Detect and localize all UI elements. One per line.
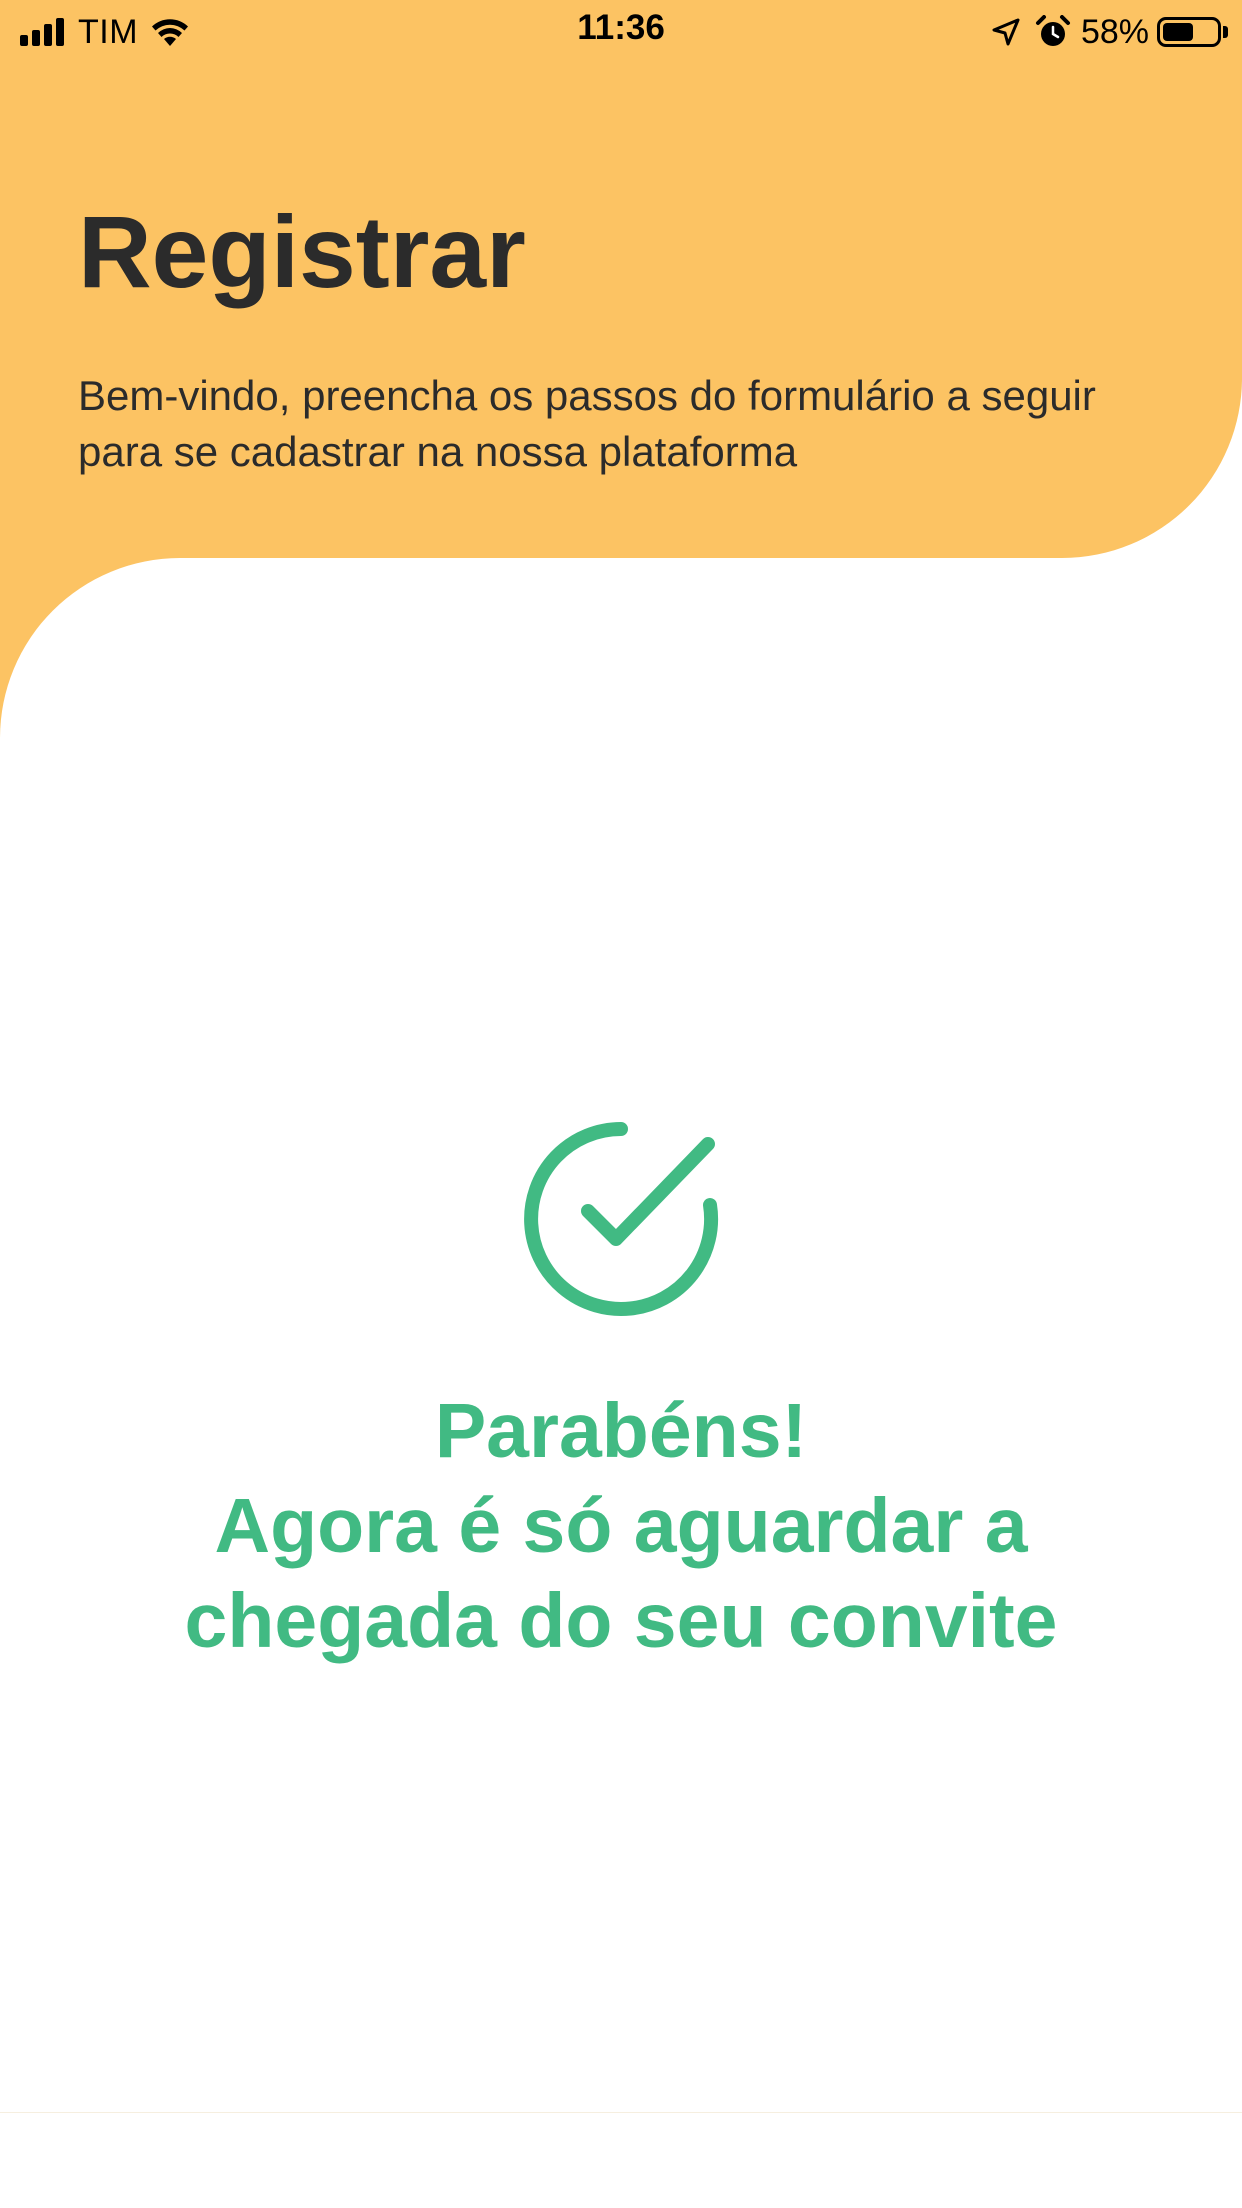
status-bar: TIM 11:36 58% <box>0 0 1242 64</box>
status-right: 58% <box>991 10 1228 54</box>
content-card <box>0 558 1242 2112</box>
success-text-line-1: Agora é só aguardar a <box>214 1483 1028 1569</box>
check-circle-icon <box>524 1122 719 1316</box>
location-arrow-icon <box>992 18 1020 46</box>
battery-icon <box>1157 17 1221 47</box>
success-message: Parabéns! Agora é só aguardar a chegada … <box>0 1384 1242 1669</box>
page-title: Registrar <box>78 195 526 309</box>
battery-cap <box>1223 26 1228 38</box>
success-text-line-2: chegada do seu convite <box>184 1578 1058 1664</box>
page-subtitle: Bem-vindo, preencha os passos do formulá… <box>78 372 1096 475</box>
registration-success-screen: TIM 11:36 58% Registrar Bem-vindo, preen… <box>0 0 1242 2208</box>
success-heading: Parabéns! <box>434 1388 808 1474</box>
alarm-icon <box>1035 15 1070 46</box>
battery-percentage: 58% <box>1080 12 1149 51</box>
battery-level-fill <box>1163 23 1194 41</box>
bottom-area <box>0 2112 1242 2208</box>
